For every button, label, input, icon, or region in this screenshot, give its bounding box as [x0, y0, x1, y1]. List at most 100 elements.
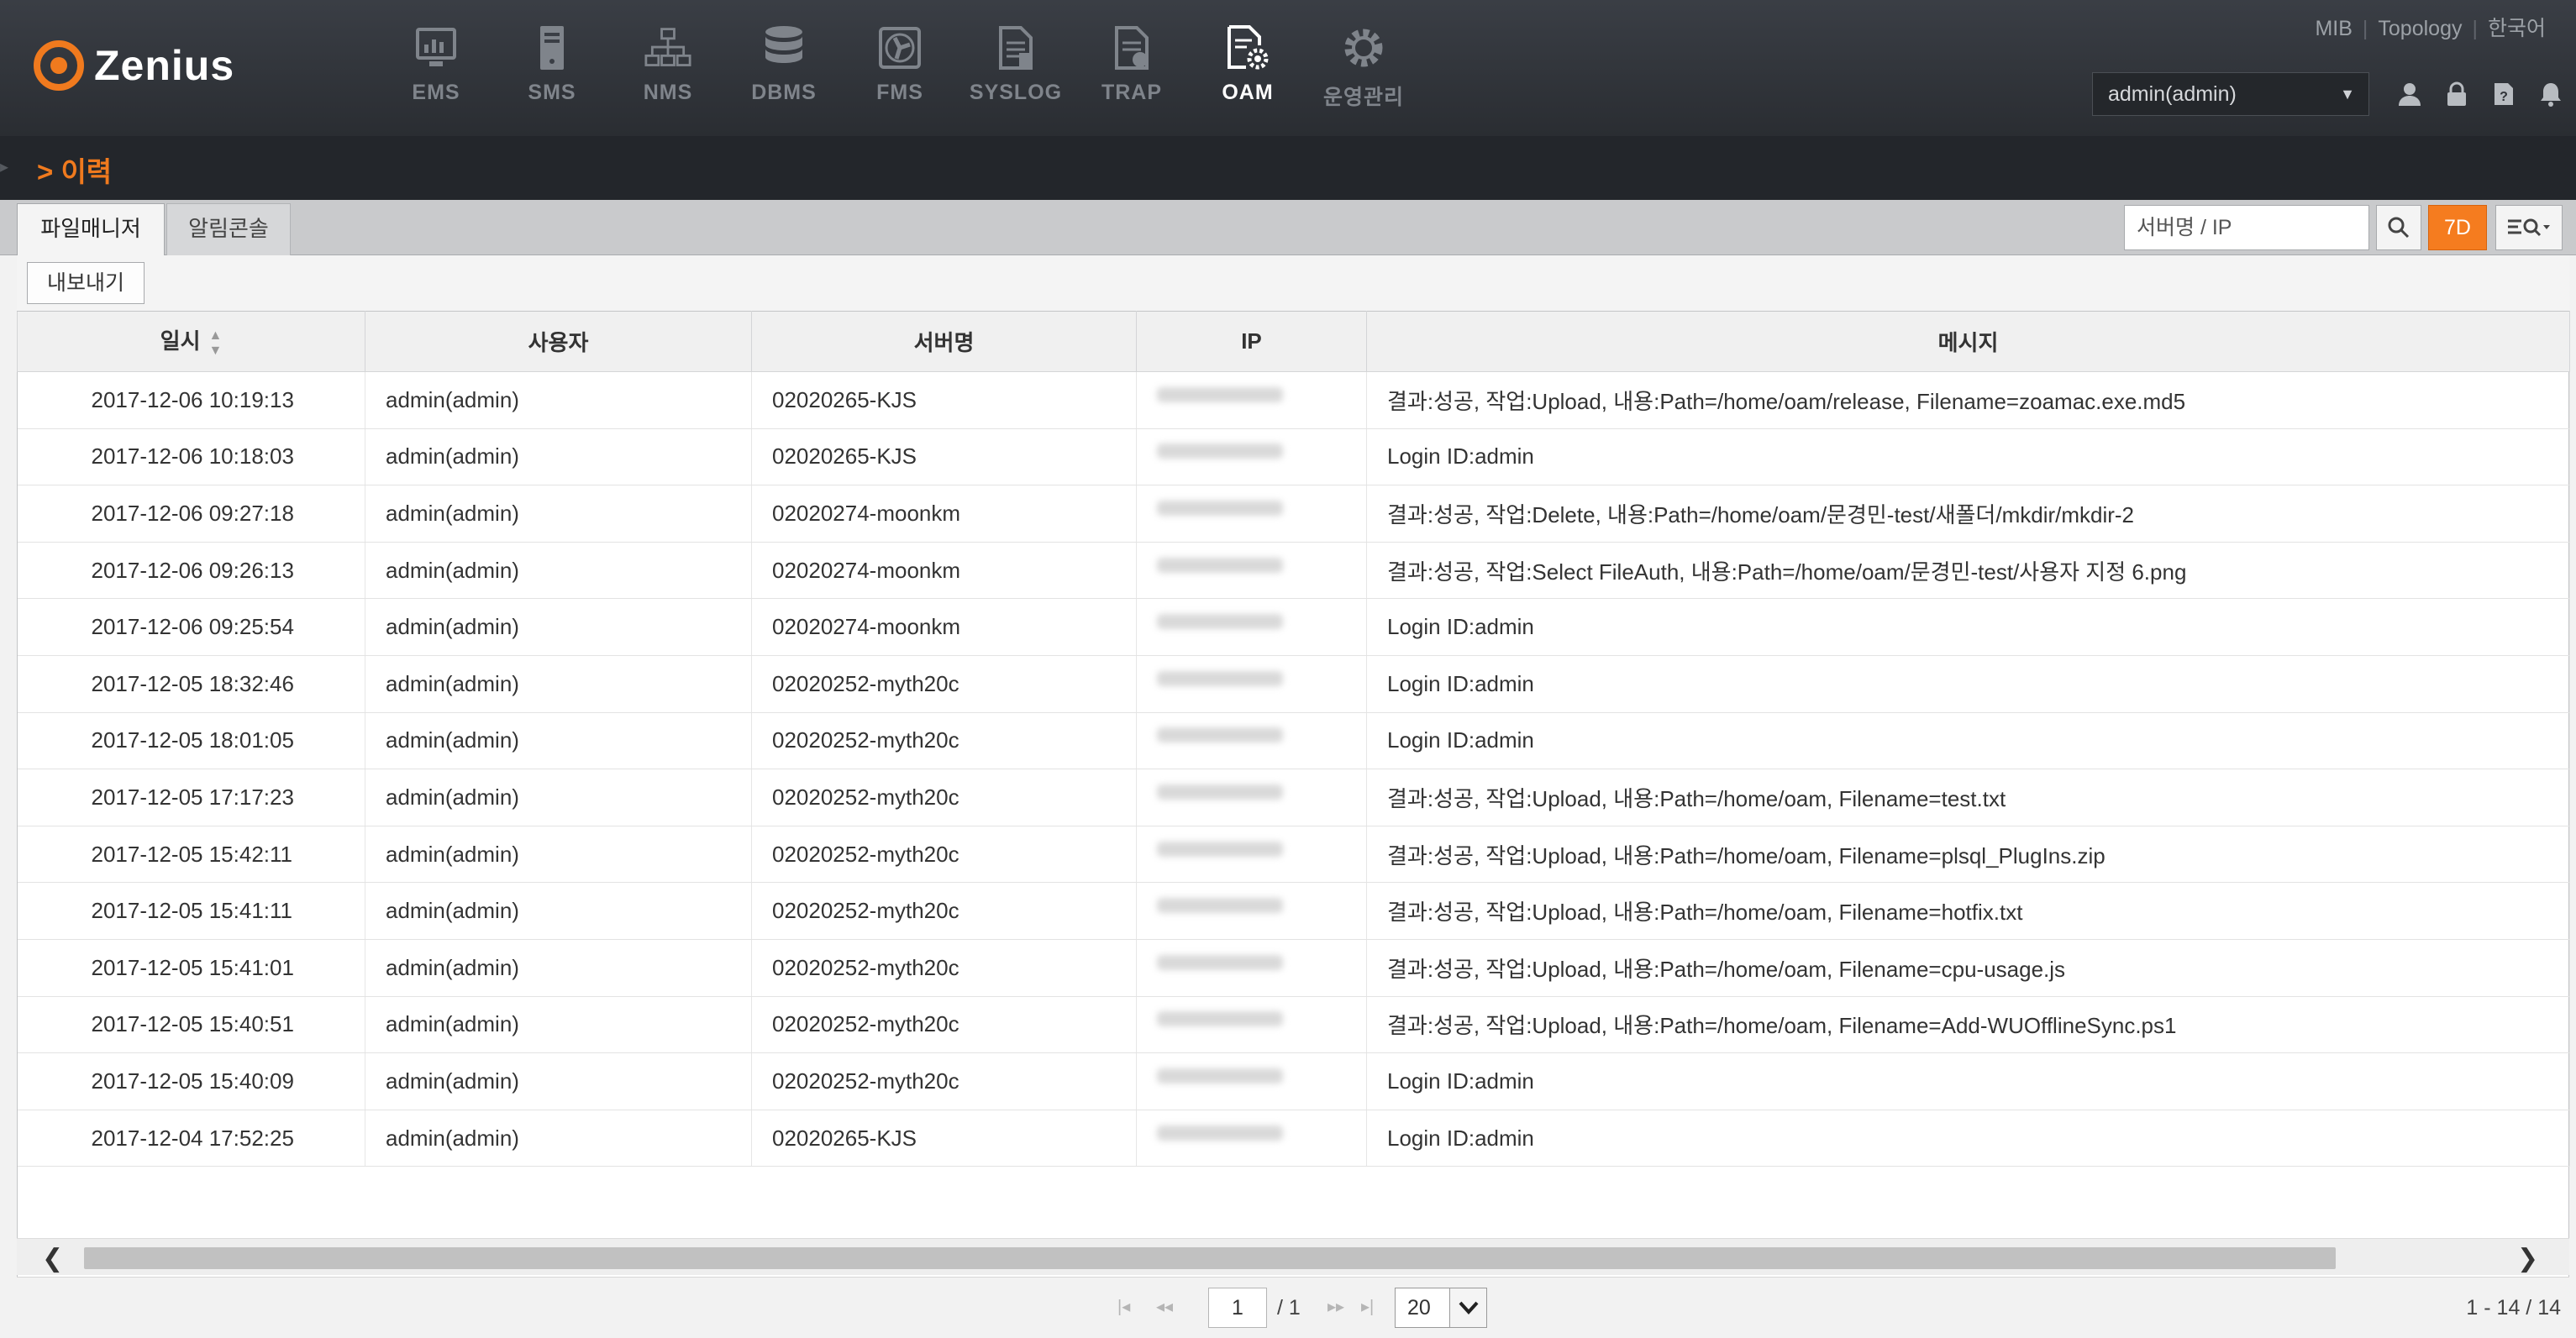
cell-ip: 192.168.10.19	[1136, 598, 1367, 656]
nav-label: FMS	[876, 81, 923, 104]
cell-ip: 192.168.10.19	[1136, 485, 1367, 543]
table-row[interactable]: 2017-12-05 17:17:23 admin(admin) 02020252-…	[17, 769, 2570, 826]
nav-item-operations[interactable]: 운영관리	[1306, 22, 1422, 111]
lock-icon[interactable]	[2433, 77, 2480, 111]
table-row[interactable]: 2017-12-05 15:41:11 admin(admin) 02020252-…	[17, 882, 2570, 940]
ip-value-redacted: 192.168.10.19	[1157, 500, 1283, 516]
user-icon[interactable]	[2386, 77, 2433, 111]
language-link[interactable]: 한국어	[2488, 12, 2546, 42]
cell-user: admin(admin)	[365, 712, 752, 770]
nav-item-nms[interactable]: NMS	[610, 22, 726, 111]
top-icon-group: ?	[2386, 77, 2574, 111]
ip-value-redacted: 192.168.10.15	[1157, 784, 1283, 800]
bell-icon[interactable]	[2527, 77, 2574, 111]
column-header-ip[interactable]: IP	[1136, 311, 1367, 372]
period-7d-button[interactable]: 7D	[2428, 205, 2487, 250]
table-row[interactable]: 2017-12-05 15:42:11 admin(admin) 02020252-…	[17, 826, 2570, 884]
first-page-icon[interactable]: |◂	[1117, 1296, 1130, 1317]
cell-ip: 192.168.10.15	[1136, 655, 1367, 713]
ip-value-redacted: 192.168.10.27	[1157, 1125, 1283, 1141]
cell-user: admin(admin)	[365, 1110, 752, 1167]
nav-label: OAM	[1222, 81, 1274, 104]
table-row[interactable]: 2017-12-06 10:18:03 admin(admin) 02020265-…	[17, 428, 2570, 486]
nav-item-dbms[interactable]: DBMS	[726, 22, 842, 111]
nav-item-ems[interactable]: EMS	[378, 22, 494, 111]
cell-server: 02020252-myth20c	[751, 996, 1137, 1054]
cell-ip: 192.168.10.27	[1136, 428, 1367, 486]
search-input[interactable]: 서버명 / IP	[2124, 205, 2369, 250]
prev-page-icon[interactable]: ◂◂	[1156, 1296, 1173, 1317]
table-row[interactable]: 2017-12-06 09:26:13 admin(admin) 02020274-…	[17, 542, 2570, 600]
mib-link[interactable]: MIB	[2315, 17, 2352, 41]
ip-value-redacted: 192.168.10.15	[1157, 841, 1283, 857]
ip-value-redacted: 192.168.10.15	[1157, 954, 1283, 970]
table-row[interactable]: 2017-12-05 15:41:01 admin(admin) 02020252-…	[17, 939, 2570, 997]
export-button[interactable]: 내보내기	[27, 262, 145, 304]
cell-date: 2017-12-05 15:40:09	[17, 1052, 365, 1110]
ip-value-redacted: 192.168.10.15	[1157, 1011, 1283, 1027]
table-row[interactable]: 2017-12-04 17:52:25 admin(admin) 02020265-…	[17, 1110, 2570, 1167]
page-number-input[interactable]: 1	[1208, 1288, 1267, 1328]
oam-doc-gear-icon	[1224, 22, 1271, 74]
table-row[interactable]: 2017-12-05 15:40:51 admin(admin) 02020252-…	[17, 996, 2570, 1054]
column-header-user[interactable]: 사용자	[365, 311, 752, 372]
chevron-down-icon: ▼	[2340, 86, 2355, 102]
table-row[interactable]: 2017-12-05 18:01:05 admin(admin) 02020252-…	[17, 712, 2570, 770]
scroll-right-icon[interactable]: ❯	[2517, 1244, 2538, 1273]
top-header: Zenius EMS SMS NMS DBMS FMS SYSLOG TRAP …	[0, 0, 2576, 136]
user-select[interactable]: admin(admin) ▼	[2092, 72, 2369, 116]
cell-user: admin(admin)	[365, 939, 752, 997]
cell-server: 02020252-myth20c	[751, 712, 1137, 770]
column-header-date[interactable]: 일시 ▲ ▼	[17, 311, 365, 372]
tab-alarm-console[interactable]: 알림콘솔	[166, 203, 291, 255]
cell-ip: 192.168.10.15	[1136, 1052, 1367, 1110]
top-links: MIB | Topology | 한국어	[2315, 12, 2546, 42]
scrollbar-thumb[interactable]	[84, 1247, 2336, 1269]
next-page-icon[interactable]: ▸▸	[1327, 1296, 1344, 1317]
cell-ip: 192.168.10.15	[1136, 882, 1367, 940]
svg-text:?: ?	[2500, 90, 2508, 104]
chevron-down-icon	[1449, 1288, 1486, 1327]
topology-link[interactable]: Topology	[2378, 17, 2462, 41]
help-doc-icon[interactable]: ?	[2480, 77, 2527, 111]
nav-item-trap[interactable]: TRAP	[1074, 22, 1190, 111]
horizontal-scrollbar[interactable]: ❮ ❯	[17, 1238, 2569, 1275]
tab-file-manager[interactable]: 파일매니저	[17, 203, 165, 255]
nav-item-fms[interactable]: FMS	[842, 22, 958, 111]
page-size-select[interactable]: 20	[1395, 1288, 1487, 1328]
cell-date: 2017-12-05 18:32:46	[17, 655, 365, 713]
cell-date: 2017-12-06 09:25:54	[17, 598, 365, 656]
column-header-message[interactable]: 메시지	[1366, 311, 2570, 372]
cell-date: 2017-12-04 17:52:25	[17, 1110, 365, 1167]
total-pages: / 1	[1277, 1296, 1301, 1320]
breadcrumb: > 이력	[37, 156, 113, 187]
main-nav: EMS SMS NMS DBMS FMS SYSLOG TRAP OAM 운영관…	[378, 22, 1422, 111]
ip-value-redacted: 192.168.10.19	[1157, 614, 1283, 630]
ip-value-redacted: 192.168.10.19	[1157, 557, 1283, 573]
table-row[interactable]: 2017-12-06 10:19:13 admin(admin) 02020265-…	[17, 371, 2570, 429]
table-row[interactable]: 2017-12-05 15:40:09 admin(admin) 02020252-…	[17, 1052, 2570, 1110]
table-row[interactable]: 2017-12-05 18:32:46 admin(admin) 02020252-…	[17, 655, 2570, 713]
cell-message: Login ID:admin	[1366, 712, 2570, 770]
cell-message: Login ID:admin	[1366, 1052, 2570, 1110]
nav-label: TRAP	[1101, 81, 1163, 104]
scroll-left-icon[interactable]: ❮	[42, 1244, 63, 1273]
nav-item-syslog[interactable]: SYSLOG	[958, 22, 1074, 111]
app-logo[interactable]: Zenius	[34, 40, 234, 91]
search-button[interactable]	[2376, 205, 2421, 250]
database-icon	[760, 22, 807, 74]
nav-item-sms[interactable]: SMS	[494, 22, 610, 111]
cell-date: 2017-12-05 15:42:11	[17, 826, 365, 884]
cell-user: admin(admin)	[365, 882, 752, 940]
sidebar-toggle-icon[interactable]: ▸	[0, 156, 8, 181]
table-row[interactable]: 2017-12-06 09:25:54 admin(admin) 02020274-…	[17, 598, 2570, 656]
log-doc-icon	[992, 22, 1039, 74]
table-header-row: 일시 ▲ ▼ 사용자 서버명 IP 메시지	[17, 311, 2570, 372]
table-row[interactable]: 2017-12-06 09:27:18 admin(admin) 02020274-…	[17, 485, 2570, 543]
cell-server: 02020252-myth20c	[751, 826, 1137, 884]
advanced-search-button[interactable]	[2495, 205, 2563, 250]
nav-item-oam[interactable]: OAM	[1190, 22, 1306, 111]
cell-message: Login ID:admin	[1366, 598, 2570, 656]
column-header-server[interactable]: 서버명	[751, 311, 1137, 372]
last-page-icon[interactable]: ▸|	[1361, 1296, 1374, 1317]
